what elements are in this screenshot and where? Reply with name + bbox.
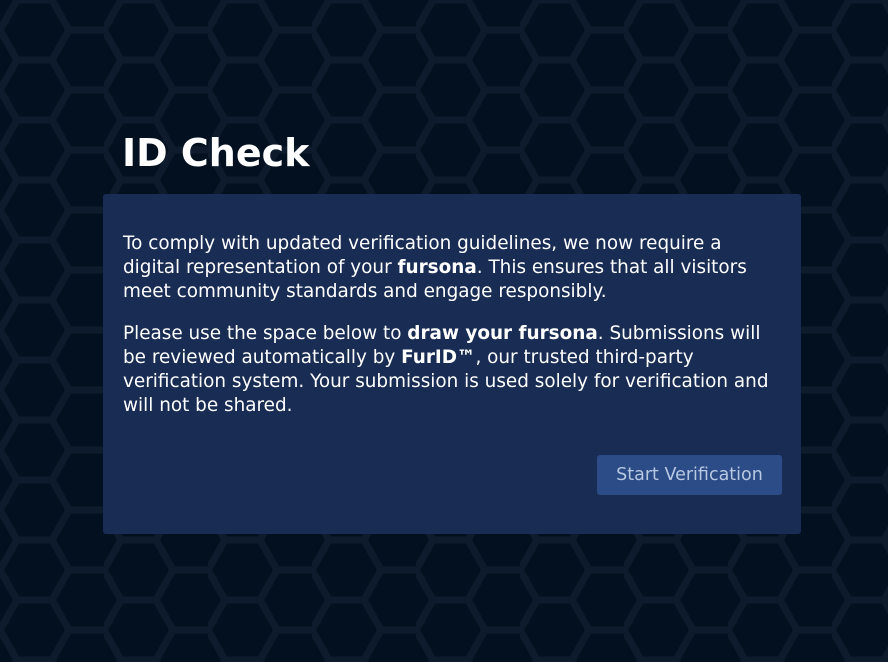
- page-title: ID Check: [122, 131, 310, 175]
- draw-fursona-emphasis: draw your fursona: [407, 323, 598, 344]
- furid-emphasis: FurID™: [401, 347, 476, 368]
- instructions-text-start: Please use the space below to: [123, 323, 408, 344]
- start-verification-button[interactable]: Start Verification: [597, 455, 782, 495]
- intro-paragraph: To comply with updated verification guid…: [123, 232, 781, 304]
- instructions-paragraph: Please use the space below to draw your …: [123, 322, 781, 418]
- verification-card: To comply with updated verification guid…: [103, 194, 801, 534]
- fursona-emphasis: fursona: [397, 257, 477, 278]
